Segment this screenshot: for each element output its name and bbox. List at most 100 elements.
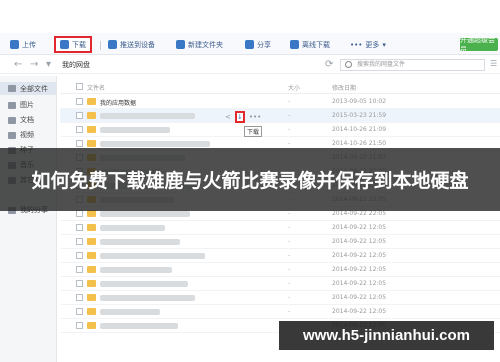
file-size: - xyxy=(288,252,291,259)
table-row[interactable]: - 2015-03-23 21:59 xyxy=(60,109,500,123)
file-date: 2014-09-22 12:05 xyxy=(332,294,387,301)
row-checkbox[interactable] xyxy=(76,238,83,245)
file-size: - xyxy=(288,266,291,273)
share-icon xyxy=(245,40,254,49)
download-icon xyxy=(60,40,69,49)
sidebar-item-all-files[interactable]: 全部文件 xyxy=(0,82,56,95)
file-date: 2014-09-22 12:05 xyxy=(332,280,387,287)
file-name-blurred[interactable] xyxy=(100,127,170,133)
table-row[interactable]: - 2014-09-22 12:05 xyxy=(60,221,500,235)
file-date: 2014-09-22 22:05 xyxy=(332,210,387,217)
refresh-icon[interactable]: ⟳ xyxy=(325,59,333,70)
breadcrumb[interactable]: 我的网盘 xyxy=(62,60,90,70)
row-checkbox[interactable] xyxy=(76,224,83,231)
download-tooltip: 下载 xyxy=(244,126,263,137)
table-row[interactable]: - 2014-09-22 12:05 xyxy=(60,249,500,263)
download-icon[interactable]: ↓ xyxy=(234,111,245,123)
folder-icon xyxy=(87,322,96,329)
table-row[interactable]: - 2014-09-22 12:05 xyxy=(60,277,500,291)
file-name-blurred[interactable] xyxy=(100,295,195,301)
more-button[interactable]: ••• 更多 ▾ xyxy=(350,37,386,52)
row-checkbox[interactable] xyxy=(76,266,83,273)
header-name[interactable]: 文件名 xyxy=(87,83,105,92)
file-size: - xyxy=(288,126,291,133)
file-size: - xyxy=(288,294,291,301)
file-name-blurred[interactable] xyxy=(100,211,190,217)
share-icon[interactable]: < xyxy=(225,113,231,121)
row-checkbox[interactable] xyxy=(76,98,83,105)
view-toggle-icon[interactable]: ☰ xyxy=(490,59,497,68)
folder-icon xyxy=(87,280,96,287)
share-button[interactable]: 分享 xyxy=(245,37,271,52)
upload-icon xyxy=(10,40,19,49)
table-row[interactable]: - 2014-09-22 12:05 xyxy=(60,305,500,319)
file-date: 2014-09-22 12:05 xyxy=(332,266,387,273)
table-row[interactable]: - 2014-09-22 12:05 xyxy=(60,291,500,305)
vip-button[interactable]: 开通超级会员 xyxy=(460,36,498,54)
file-name-blurred[interactable] xyxy=(100,239,180,245)
file-name-blurred[interactable] xyxy=(100,253,205,259)
folder-icon xyxy=(87,112,96,119)
header-size[interactable]: 大小 xyxy=(288,83,300,92)
sidebar-item-images[interactable]: 图片 xyxy=(8,100,34,110)
table-row[interactable]: - 2014-09-22 12:05 xyxy=(60,263,500,277)
row-checkbox[interactable] xyxy=(76,210,83,217)
watermark: www.h5-jinnianhui.com xyxy=(279,321,494,350)
folder-icon xyxy=(87,98,96,105)
navbar: ← → ▾ 我的网盘 ⟳ 搜索我的网盘文件 ☰ xyxy=(0,56,500,74)
row-checkbox[interactable] xyxy=(76,252,83,259)
device-icon xyxy=(108,40,117,49)
row-checkbox[interactable] xyxy=(76,112,83,119)
back-icon[interactable]: ← xyxy=(14,59,22,70)
file-size: - xyxy=(288,210,291,217)
file-name-blurred[interactable] xyxy=(100,225,165,231)
file-date: 2013-09-05 10:02 xyxy=(332,98,387,105)
select-all-checkbox[interactable] xyxy=(76,83,83,90)
table-row[interactable]: 我的应用数据 - 2013-09-05 10:02 xyxy=(60,95,500,109)
toolbar-divider xyxy=(100,41,101,50)
offline-download-icon xyxy=(290,40,299,49)
download-button[interactable]: 下载 xyxy=(54,36,92,53)
file-date: 2014-10-26 21:50 xyxy=(332,140,387,147)
forward-icon[interactable]: → xyxy=(30,59,38,70)
row-checkbox[interactable] xyxy=(76,322,83,329)
new-folder-button[interactable]: 新建文件夹 xyxy=(176,37,223,52)
folder-icon xyxy=(87,126,96,133)
header-date[interactable]: 修改日期 xyxy=(332,83,356,92)
title-banner: 如何免费下载雄鹿与火箭比赛录像并保存到本地硬盘 xyxy=(0,148,500,211)
offline-download-button[interactable]: 离线下载 xyxy=(290,37,330,52)
file-name-blurred[interactable] xyxy=(100,309,160,315)
row-checkbox[interactable] xyxy=(76,294,83,301)
row-checkbox[interactable] xyxy=(76,280,83,287)
row-checkbox[interactable] xyxy=(76,308,83,315)
more-icon[interactable]: ••• xyxy=(249,113,261,121)
row-actions: < ↓ ••• xyxy=(225,110,261,124)
dropdown-icon[interactable]: ▾ xyxy=(46,59,51,70)
search-input[interactable]: 搜索我的网盘文件 xyxy=(340,59,485,71)
document-icon xyxy=(8,116,16,124)
table-row[interactable]: - 2014-09-22 12:05 xyxy=(60,235,500,249)
video-icon xyxy=(8,131,16,139)
file-name-blurred[interactable] xyxy=(100,113,195,119)
file-date: 2015-03-23 21:59 xyxy=(332,112,387,119)
file-name-blurred[interactable] xyxy=(100,281,188,287)
folder-icon xyxy=(87,266,96,273)
search-icon xyxy=(345,61,352,68)
file-list-header: 文件名 大小 修改日期 xyxy=(60,80,500,94)
file-date: 2014-09-22 12:05 xyxy=(332,252,387,259)
banner-title: 如何免费下载雄鹿与火箭比赛录像并保存到本地硬盘 xyxy=(31,170,469,192)
file-name-blurred[interactable] xyxy=(100,267,172,273)
row-checkbox[interactable] xyxy=(76,140,83,147)
file-date: 2014-09-22 12:05 xyxy=(332,308,387,315)
upload-button[interactable]: 上传 xyxy=(10,37,36,52)
push-device-button[interactable]: 推送到设备 xyxy=(108,37,155,52)
sidebar-item-docs[interactable]: 文档 xyxy=(8,115,34,125)
table-row[interactable]: - 2014-10-26 21:09 xyxy=(60,123,500,137)
file-name-blurred[interactable] xyxy=(100,323,178,329)
row-checkbox[interactable] xyxy=(76,126,83,133)
sidebar-item-videos[interactable]: 视频 xyxy=(8,130,34,140)
file-name[interactable]: 我的应用数据 xyxy=(100,98,136,107)
file-name-blurred[interactable] xyxy=(100,141,210,147)
file-size: - xyxy=(288,112,291,119)
file-size: - xyxy=(288,308,291,315)
